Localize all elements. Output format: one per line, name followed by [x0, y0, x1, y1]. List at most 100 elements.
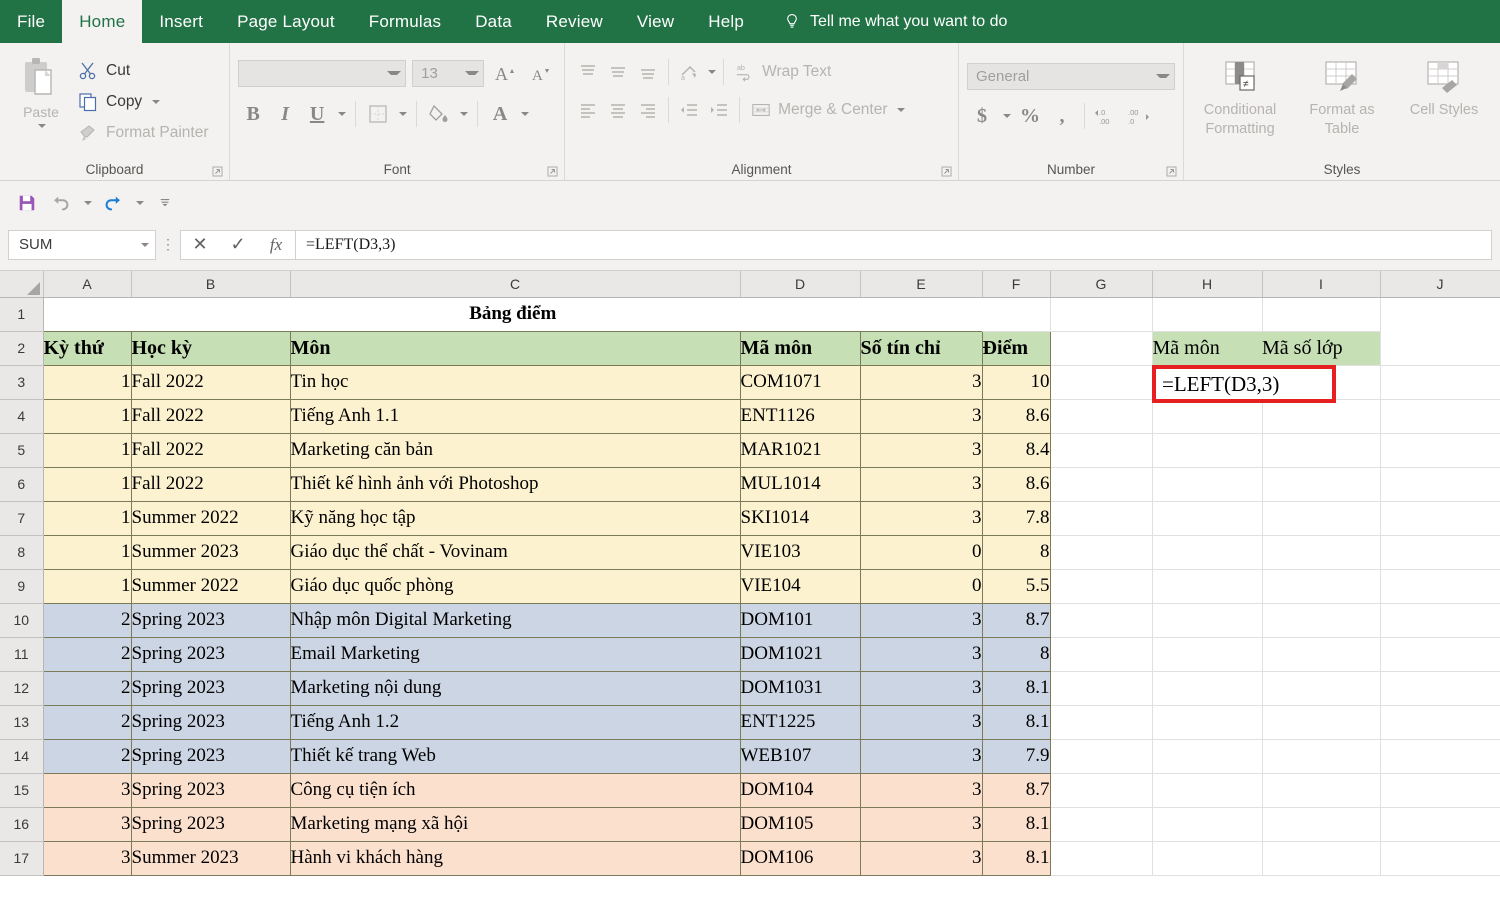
dialog-launcher-icon[interactable] — [212, 165, 223, 176]
cell-i13[interactable] — [1262, 705, 1380, 739]
currency-chevron-icon[interactable] — [999, 101, 1013, 131]
cell-f3[interactable]: 10 — [982, 365, 1050, 399]
cell-g16[interactable] — [1050, 807, 1152, 841]
chevron-down-icon[interactable] — [387, 71, 401, 75]
increase-indent-button[interactable] — [704, 95, 734, 125]
cell-e5[interactable]: 3 — [860, 433, 982, 467]
tab-formulas[interactable]: Formulas — [352, 0, 458, 43]
cell-i16[interactable] — [1262, 807, 1380, 841]
italic-button[interactable]: I — [270, 99, 300, 129]
cell-i6[interactable] — [1262, 467, 1380, 501]
cell-a10[interactable]: 2 — [43, 603, 131, 637]
cell-b9[interactable]: Summer 2022 — [131, 569, 290, 603]
row-header-6[interactable]: 6 — [0, 467, 43, 501]
cell-f7[interactable]: 7.8 — [982, 501, 1050, 535]
cell-e3[interactable]: 3 — [860, 365, 982, 399]
row-header-12[interactable]: 12 — [0, 671, 43, 705]
header-cell-d[interactable]: Mã môn — [740, 331, 860, 365]
cell-b13[interactable]: Spring 2023 — [131, 705, 290, 739]
cell-i1[interactable] — [1152, 297, 1262, 331]
tab-view[interactable]: View — [620, 0, 691, 43]
save-button[interactable] — [12, 188, 42, 218]
cell-b3[interactable]: Fall 2022 — [131, 365, 290, 399]
row-header-14[interactable]: 14 — [0, 739, 43, 773]
cell-g15[interactable] — [1050, 773, 1152, 807]
cell-e4[interactable]: 3 — [860, 399, 982, 433]
cell-g17[interactable] — [1050, 841, 1152, 875]
cell-e8[interactable]: 0 — [860, 535, 982, 569]
row-header-11[interactable]: 11 — [0, 637, 43, 671]
dialog-launcher-icon[interactable] — [1166, 165, 1177, 176]
cell-b11[interactable]: Spring 2023 — [131, 637, 290, 671]
cell-d4[interactable]: ENT1126 — [740, 399, 860, 433]
cell-b14[interactable]: Spring 2023 — [131, 739, 290, 773]
cell-e6[interactable]: 3 — [860, 467, 982, 501]
cell-d11[interactable]: DOM1021 — [740, 637, 860, 671]
cell-i9[interactable] — [1262, 569, 1380, 603]
cell-i5[interactable] — [1262, 433, 1380, 467]
cell-a7[interactable]: 1 — [43, 501, 131, 535]
chevron-down-icon[interactable] — [38, 124, 46, 128]
cell-d3[interactable]: COM1071 — [740, 365, 860, 399]
tab-home[interactable]: Home — [62, 0, 142, 43]
cell-e14[interactable]: 3 — [860, 739, 982, 773]
cell-f11[interactable]: 8 — [982, 637, 1050, 671]
cell-a14[interactable]: 2 — [43, 739, 131, 773]
header-cell-c[interactable]: Môn — [290, 331, 740, 365]
cell-g11[interactable] — [1050, 637, 1152, 671]
underline-chevron-icon[interactable] — [334, 99, 348, 129]
row-header-8[interactable]: 8 — [0, 535, 43, 569]
currency-button[interactable]: $ — [967, 101, 997, 131]
cell-i15[interactable] — [1262, 773, 1380, 807]
decrease-indent-button[interactable] — [674, 95, 704, 125]
header-cell-e[interactable]: Số tín chỉ — [860, 331, 982, 365]
cell-h16[interactable] — [1152, 807, 1262, 841]
cell-g5[interactable] — [1050, 433, 1152, 467]
cell-e13[interactable]: 3 — [860, 705, 982, 739]
cell-b5[interactable]: Fall 2022 — [131, 433, 290, 467]
cell-e11[interactable]: 3 — [860, 637, 982, 671]
column-header-g[interactable]: G — [1050, 271, 1152, 297]
chevron-down-icon[interactable] — [152, 100, 160, 104]
cell-a16[interactable]: 3 — [43, 807, 131, 841]
cell-e9[interactable]: 0 — [860, 569, 982, 603]
cell-a5[interactable]: 1 — [43, 433, 131, 467]
cell-h12[interactable] — [1152, 671, 1262, 705]
comma-button[interactable]: , — [1047, 101, 1077, 131]
cell-a17[interactable]: 3 — [43, 841, 131, 875]
cell-f6[interactable]: 8.6 — [982, 467, 1050, 501]
cell-e15[interactable]: 3 — [860, 773, 982, 807]
cell-h13[interactable] — [1152, 705, 1262, 739]
cell-j7[interactable] — [1380, 501, 1500, 535]
cell-a12[interactable]: 2 — [43, 671, 131, 705]
undo-button[interactable] — [46, 188, 76, 218]
row-header-16[interactable]: 16 — [0, 807, 43, 841]
cell-g12[interactable] — [1050, 671, 1152, 705]
name-box[interactable]: SUM — [8, 230, 156, 260]
row-header-15[interactable]: 15 — [0, 773, 43, 807]
cell-a3[interactable]: 1 — [43, 365, 131, 399]
cell-g6[interactable] — [1050, 467, 1152, 501]
increase-font-size-button[interactable]: A — [490, 58, 520, 88]
cell-i8[interactable] — [1262, 535, 1380, 569]
font-size-combo[interactable]: 13 — [412, 60, 484, 87]
cell-i12[interactable] — [1262, 671, 1380, 705]
cell-j11[interactable] — [1380, 637, 1500, 671]
cell-h7[interactable] — [1152, 501, 1262, 535]
cell-c5[interactable]: Marketing căn bản — [290, 433, 740, 467]
column-header-i[interactable]: I — [1262, 271, 1380, 297]
cell-h11[interactable] — [1152, 637, 1262, 671]
cell-styles-button[interactable]: Cell Styles — [1396, 56, 1492, 158]
cell-h14[interactable] — [1152, 739, 1262, 773]
cell-h6[interactable] — [1152, 467, 1262, 501]
cell-d16[interactable]: DOM105 — [740, 807, 860, 841]
cell-j16[interactable] — [1380, 807, 1500, 841]
paste-button[interactable]: Paste — [8, 52, 74, 158]
side-header-h[interactable]: Mã môn — [1152, 331, 1262, 365]
cell-i17[interactable] — [1262, 841, 1380, 875]
font-color-chevron-icon[interactable] — [517, 99, 531, 129]
cell-f14[interactable]: 7.9 — [982, 739, 1050, 773]
tab-file[interactable]: File — [0, 0, 62, 43]
cell-h4[interactable] — [1152, 399, 1262, 433]
cell-c15[interactable]: Công cụ tiện ích — [290, 773, 740, 807]
